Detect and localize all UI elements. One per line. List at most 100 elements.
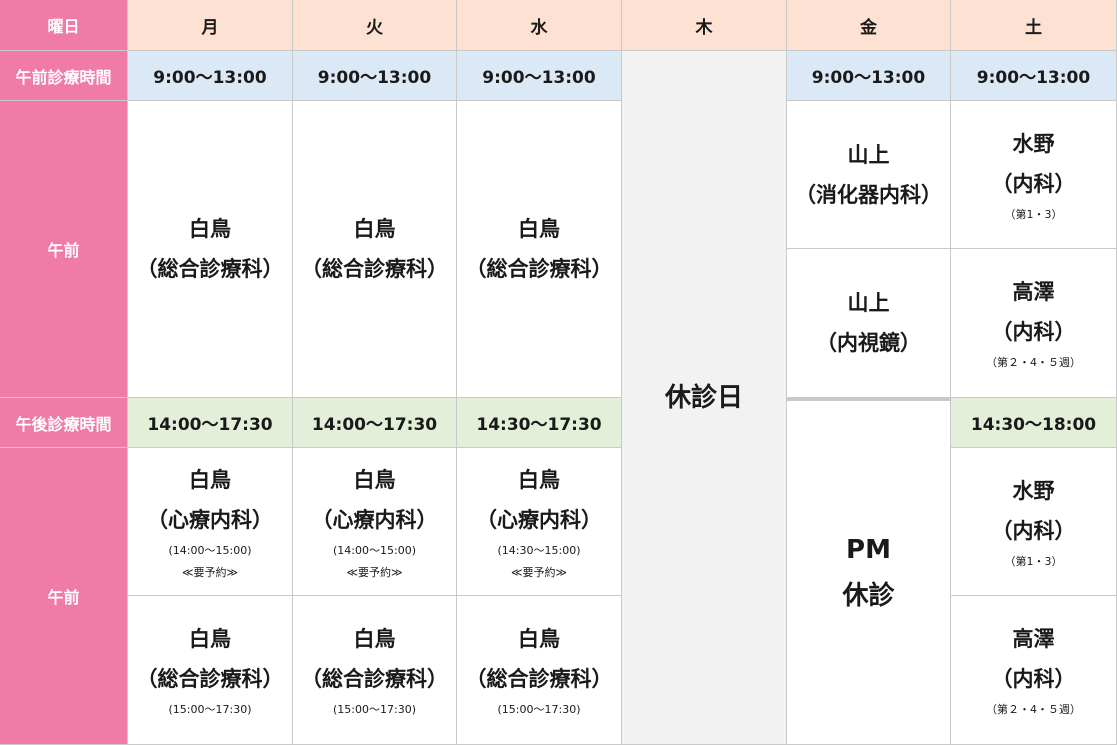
doctor-name: 白鳥 [189, 467, 231, 492]
pm-cell-tue-1: 白鳥 （心療内科） (14:00～15:00) ≪要予約≫ [293, 448, 457, 596]
pm-time-label: 午後診療時間 [0, 398, 128, 448]
doctor-name: 白鳥 [353, 217, 396, 241]
doctor-name: 山上 [847, 291, 890, 315]
am-cell-fri-2: 山上 （内視鏡） [787, 249, 951, 398]
row-label: 午前診療時間 [15, 67, 112, 87]
department: （内科） [991, 320, 1076, 344]
row-label: 午後診療時間 [15, 414, 112, 434]
doctor-name: 水野 [1012, 478, 1055, 503]
am-time-tue: 9:00～13:00 [293, 51, 457, 101]
header-day-wed: 水 [457, 0, 622, 51]
slot-time: (15:00～17:30) [168, 703, 252, 716]
am-cell-sat-1: 水野 （内科） （第1・3） [951, 101, 1117, 249]
pm-cell-wed-1: 白鳥 （心療内科） (14:30～15:00) ≪要予約≫ [457, 448, 622, 596]
am-cell-fri-1: 山上 （消化器内科） [787, 101, 951, 249]
reservation-note: ≪要予約≫ [181, 565, 239, 579]
department: （総合診療科） [465, 257, 613, 281]
time-text: 14:30～18:00 [970, 415, 1097, 435]
doctor-name: 山上 [847, 142, 890, 167]
time-text: 9:00～13:00 [482, 68, 596, 88]
department: （消化器内科） [795, 182, 942, 207]
doctor-name: 白鳥 [189, 627, 231, 651]
doctor-name: 高澤 [1012, 280, 1055, 304]
header-day-fri: 金 [787, 0, 951, 51]
am-cell-tue: 白鳥 （総合診療科） [293, 101, 457, 398]
am-cell-sat-2: 高澤 （内科） （第２・4・５週） [951, 249, 1117, 398]
doctor-name: 水野 [1012, 131, 1055, 156]
doctor-name: 白鳥 [518, 217, 560, 241]
row-label: 午前 [47, 588, 80, 607]
pm-cell-wed-2: 白鳥 （総合診療科） (15:00～17:30) [457, 596, 622, 745]
pm-time-mon: 14:00～17:30 [128, 398, 293, 448]
doctor-name: 白鳥 [189, 217, 231, 241]
closed-label: 休診 [842, 580, 895, 611]
header-day-sat: 土 [951, 0, 1117, 51]
pm-cell-tue-2: 白鳥 （総合診療科） (15:00～17:30) [293, 596, 457, 745]
slot-time: (15:00～17:30) [333, 703, 416, 716]
pm-time-tue: 14:00～17:30 [293, 398, 457, 448]
am-time-fri: 9:00～13:00 [787, 51, 951, 101]
time-text: 9:00～13:00 [153, 68, 267, 88]
am-time-mon: 9:00～13:00 [128, 51, 293, 101]
reservation-note: ≪要予約≫ [510, 565, 568, 579]
day-label: 木 [695, 17, 713, 38]
department: （心療内科） [476, 507, 602, 532]
day-label: 土 [1025, 17, 1042, 38]
doctor-name: 白鳥 [518, 467, 560, 492]
department: （内科） [991, 171, 1076, 196]
day-label: 火 [366, 17, 383, 38]
slot-time: (14:30～15:00) [497, 543, 581, 557]
friday-pm-closed-cell: PM 休診 [787, 398, 951, 745]
slot-time: (14:00～15:00) [333, 543, 416, 557]
slot-time: (15:00～17:30) [497, 703, 581, 716]
pm-time-sat: 14:30～18:00 [951, 398, 1117, 448]
department: （総合診療科） [301, 667, 448, 691]
department: （内科） [991, 518, 1076, 543]
doctor-name: 高澤 [1012, 627, 1055, 651]
pm-cell-sat-2: 高澤 （内科） （第２・4・５週） [951, 596, 1117, 745]
department: （内視鏡） [816, 331, 921, 355]
header-day-tue: 火 [293, 0, 457, 51]
week-note: （第1・3） [1004, 554, 1063, 568]
thursday-closed-cell: 休診日 [622, 51, 787, 745]
time-text: 9:00～13:00 [811, 68, 926, 88]
department: （心療内科） [147, 507, 273, 532]
week-note: （第1・3） [1004, 207, 1063, 221]
time-text: 14:00～17:30 [311, 415, 438, 435]
department: （総合診療科） [136, 257, 284, 281]
day-label: 金 [860, 17, 877, 38]
am-cell-wed: 白鳥 （総合診療科） [457, 101, 622, 398]
pm-cell-mon-1: 白鳥 （心療内科） (14:00～15:00) ≪要予約≫ [128, 448, 293, 596]
header-corner: 曜日 [0, 0, 128, 51]
doctor-name: 白鳥 [353, 467, 396, 492]
department: （総合診療科） [301, 257, 448, 281]
department: （内科） [991, 667, 1076, 691]
pm-label: 午前 [0, 448, 128, 745]
header-day-thu: 木 [622, 0, 787, 51]
am-time-sat: 9:00～13:00 [951, 51, 1117, 101]
day-label: 水 [530, 17, 548, 38]
week-note: （第２・4・５週） [986, 703, 1081, 716]
am-time-wed: 9:00～13:00 [457, 51, 622, 101]
row-label: 午前 [47, 241, 80, 260]
am-label: 午前 [0, 101, 128, 398]
time-text: 14:00～17:30 [147, 415, 273, 435]
pm-time-wed: 14:30～17:30 [457, 398, 622, 448]
reservation-note: ≪要予約≫ [346, 565, 403, 579]
am-cell-mon: 白鳥 （総合診療科） [128, 101, 293, 398]
am-time-label: 午前診療時間 [0, 51, 128, 101]
header-day-mon: 月 [128, 0, 293, 51]
doctor-name: 白鳥 [353, 627, 396, 651]
department: （心療内科） [311, 507, 438, 532]
time-text: 9:00～13:00 [976, 68, 1091, 88]
week-note: （第２・4・５週） [986, 356, 1081, 369]
header-corner-label: 曜日 [47, 17, 80, 36]
doctor-name: 白鳥 [518, 627, 560, 651]
closed-label: 休診日 [664, 382, 743, 413]
pm-cell-sat-1: 水野 （内科） （第1・3） [951, 448, 1117, 596]
time-text: 9:00～13:00 [317, 68, 432, 88]
time-text: 14:30～17:30 [476, 415, 602, 435]
pm-label: PM [846, 534, 891, 565]
pm-cell-mon-2: 白鳥 （総合診療科） (15:00～17:30) [128, 596, 293, 745]
department: （総合診療科） [136, 667, 284, 691]
